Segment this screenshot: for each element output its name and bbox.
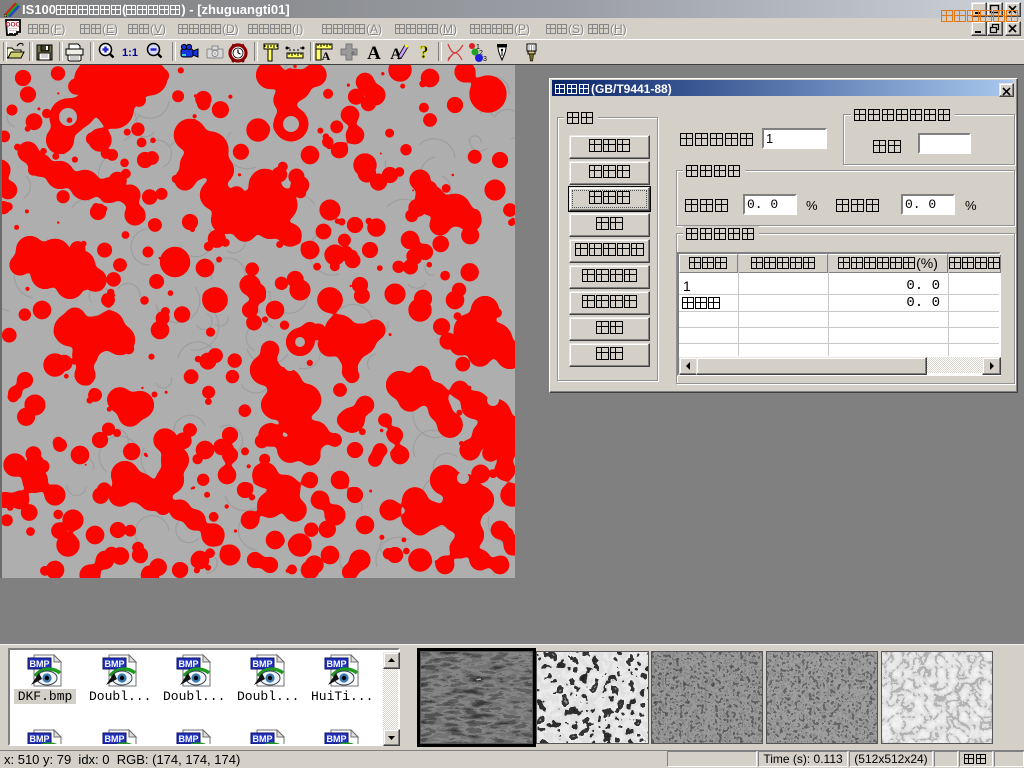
svg-text:BMP: BMP [179, 734, 199, 744]
svg-text:A: A [322, 49, 331, 63]
svg-text:BMP: BMP [105, 734, 125, 744]
svg-text:BMP: BMP [30, 734, 50, 744]
svg-text:3: 3 [483, 56, 487, 63]
svg-text:?: ? [420, 42, 429, 62]
svg-text:BMP: BMP [253, 659, 273, 669]
svg-text:BMP: BMP [327, 734, 347, 744]
svg-text:BMP: BMP [179, 659, 199, 669]
svg-text:DOC: DOC [6, 22, 21, 29]
svg-text:BMP: BMP [30, 659, 50, 669]
svg-text:BMP: BMP [327, 659, 347, 669]
svg-text:1:1: 1:1 [122, 47, 138, 59]
svg-text:BMP: BMP [105, 659, 125, 669]
svg-text:A: A [367, 43, 381, 63]
svg-text:BMP: BMP [253, 734, 273, 744]
